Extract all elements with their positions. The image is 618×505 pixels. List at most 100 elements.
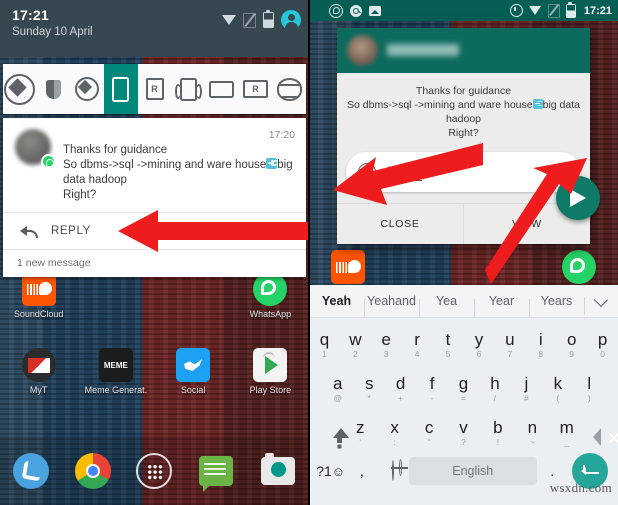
home-app-label: SoundCloud — [13, 309, 64, 319]
suggestion-bar: Yeah Yeahand Yea Year Years — [309, 285, 618, 318]
key-l[interactable]: l) — [574, 374, 605, 403]
rotation-lock-toggle[interactable] — [3, 64, 37, 114]
home-app-soundcloud-bg[interactable] — [309, 250, 386, 284]
phone-vibrate-toggle[interactable] — [171, 64, 205, 114]
suggestion-2[interactable]: Yea — [419, 294, 474, 317]
key-hint: = — [461, 393, 466, 403]
dock-phone[interactable] — [0, 453, 62, 489]
key-s[interactable]: s * — [353, 374, 384, 403]
dialog-message-line-2a: So dbms->sql ->mining and ware house — [347, 99, 533, 111]
whatsapp-badge-icon — [41, 154, 56, 169]
suggestion-4[interactable]: Years — [529, 294, 584, 317]
home-app-label: Meme Generat. — [84, 385, 148, 395]
portrait-toggle[interactable] — [104, 64, 138, 114]
landscape-toggle[interactable] — [205, 64, 239, 114]
soundcloud-icon — [330, 250, 365, 284]
dock-chrome[interactable] — [62, 453, 124, 489]
home-app-myt[interactable]: MyT — [0, 348, 77, 395]
key-m[interactable]: m _ — [550, 418, 584, 447]
dock-camera[interactable] — [247, 453, 309, 485]
dock-messaging[interactable] — [185, 456, 247, 492]
no-signal-icon — [243, 12, 256, 28]
status-notification-icons — [315, 3, 381, 18]
symbols-key[interactable]: ?1☺ — [315, 463, 346, 479]
key-y[interactable]: y6 — [464, 330, 495, 359]
annotation-arrow-reply — [118, 210, 308, 252]
dialog-header — [337, 28, 590, 73]
shield-toggle[interactable] — [37, 64, 71, 114]
portrait-reverse-toggle[interactable]: R — [138, 64, 172, 114]
key-hint: * — [367, 393, 371, 403]
key-hint: 8 — [538, 349, 544, 359]
no-signal-icon — [547, 3, 560, 18]
language-key[interactable] — [378, 460, 409, 481]
user-avatar-icon[interactable] — [281, 10, 301, 30]
suggestion-0[interactable]: Yeah — [309, 294, 364, 308]
home-app-whatsapp[interactable]: WhatsApp — [232, 272, 309, 319]
key-f[interactable]: f- — [416, 374, 447, 403]
search-icon — [350, 4, 362, 17]
key-z[interactable]: z ' — [343, 418, 377, 447]
home-app-soundcloud[interactable]: SoundCloud — [0, 272, 77, 319]
reply-arrow-icon — [20, 225, 38, 238]
period-key[interactable]: . — [537, 463, 568, 480]
comma-key[interactable]: , — [346, 463, 377, 480]
key-hint: " — [427, 437, 431, 447]
key-v[interactable]: v? — [446, 418, 480, 447]
key-q[interactable]: q1 — [309, 330, 340, 359]
key-j[interactable]: j # — [511, 374, 542, 403]
home-app-label: MyT — [29, 385, 48, 395]
key-c[interactable]: c " — [412, 418, 446, 447]
close-button[interactable]: CLOSE — [337, 204, 463, 244]
key-o[interactable]: o9 — [556, 330, 587, 359]
suggestion-1[interactable]: Yeahand — [364, 294, 419, 317]
auto-rotate-toggle[interactable] — [70, 64, 104, 114]
key-p[interactable]: p0 — [587, 330, 618, 359]
key-u[interactable]: u7 — [494, 330, 525, 359]
expand-suggestions-button[interactable] — [584, 292, 618, 315]
key-hint: ) — [587, 393, 591, 403]
home-app-meme-generator[interactable]: MEME Meme Generat. — [77, 348, 154, 395]
wifi-icon — [222, 14, 236, 26]
key-a[interactable]: a @ — [322, 374, 353, 403]
reply-label: REPLY — [51, 225, 91, 237]
key-x[interactable]: x: — [377, 418, 411, 447]
key-t[interactable]: t5 — [433, 330, 464, 359]
key-d[interactable]: d + — [385, 374, 416, 403]
key-w[interactable]: w2 — [340, 330, 371, 359]
landscape-icon — [209, 80, 235, 98]
key-n[interactable]: n ~ — [515, 418, 549, 447]
home-app-empty-bg-1 — [386, 250, 463, 284]
home-app-play-store[interactable]: Play Store — [232, 348, 309, 395]
globe-icon — [392, 460, 395, 481]
key-hint: - — [430, 393, 434, 403]
chrome-icon — [74, 453, 111, 489]
dialog-message: Thanks for guidance So dbms->sql ->minin… — [337, 73, 590, 144]
key-g[interactable]: g = — [448, 374, 479, 403]
phone-icon — [12, 453, 49, 489]
key-i[interactable]: i8 — [525, 330, 556, 359]
dock-all-apps[interactable] — [124, 453, 186, 489]
image-icon — [369, 5, 381, 16]
key-e[interactable]: e3 — [371, 330, 402, 359]
notification-card[interactable]: 17:20 Thanks for guidance So dbms->sql -… — [3, 118, 306, 277]
key-r[interactable]: r4 — [402, 330, 433, 359]
rotation-toolbar: R R — [3, 64, 306, 114]
auto-orientation-toggle[interactable] — [272, 64, 306, 114]
dialog-message-line-1: Thanks for guidance — [415, 85, 512, 97]
notification-time: 17:20 — [268, 129, 295, 141]
home-row-2: MyT MEME Meme Generat. Social Play Store — [0, 348, 309, 395]
messaging-icon — [199, 456, 234, 492]
space-key[interactable]: English — [408, 457, 537, 485]
landscape-reverse-toggle[interactable]: R — [239, 64, 273, 114]
key-h[interactable]: h / — [479, 374, 510, 403]
home-app-social[interactable]: Social — [155, 348, 232, 395]
key-hint: ~ — [529, 437, 535, 447]
key-k[interactable]: k( — [542, 374, 573, 403]
play-store-icon — [253, 348, 288, 382]
whatsapp-icon — [253, 272, 288, 306]
key-b[interactable]: b! — [481, 418, 515, 447]
home-app-empty-1 — [77, 272, 154, 319]
suggestion-3[interactable]: Year — [474, 294, 529, 317]
left-status-bar: 17:21 Sunday 10 April — [0, 0, 309, 57]
